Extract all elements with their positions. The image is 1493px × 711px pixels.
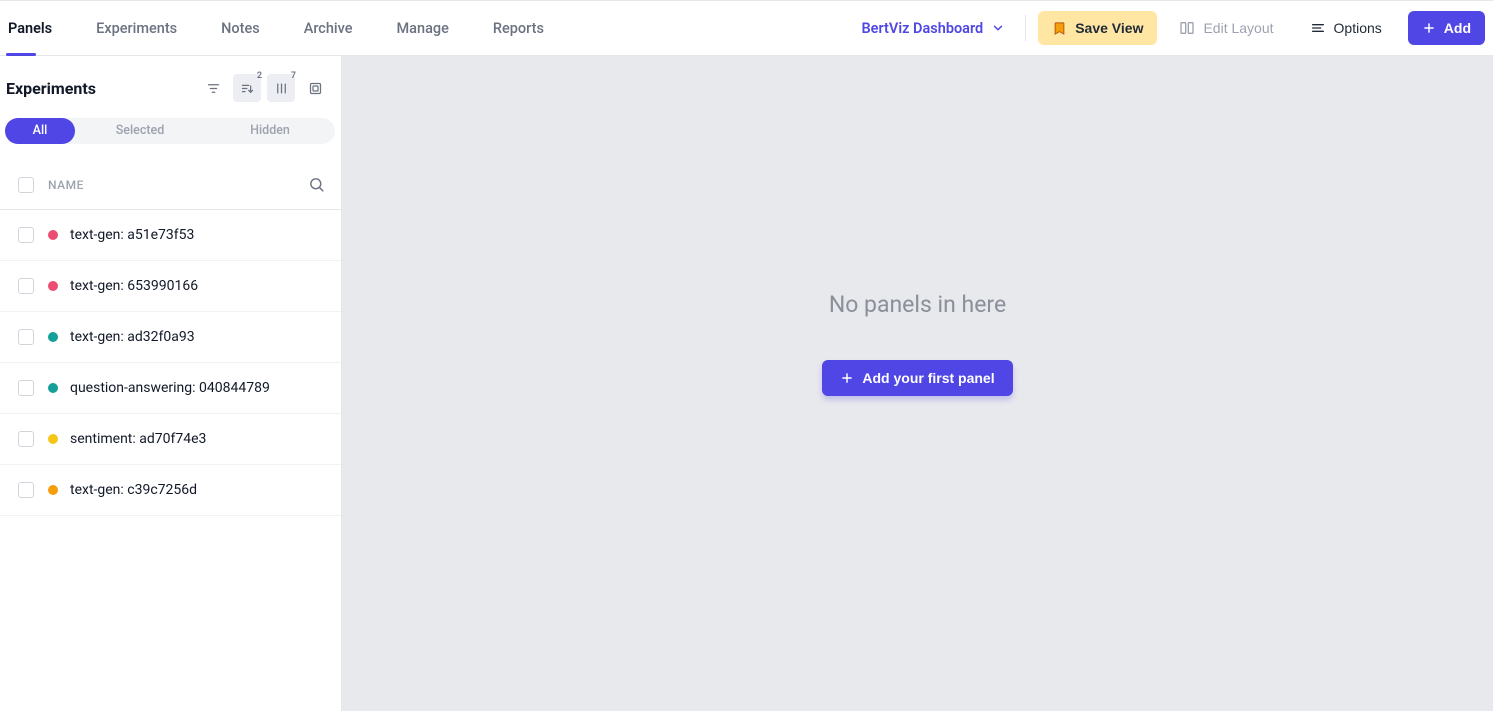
experiment-checkbox[interactable] [18,482,34,498]
experiments-header-row: NAME [0,144,341,210]
plus-icon [840,371,854,385]
experiment-checkbox[interactable] [18,329,34,345]
add-first-panel-label: Add your first panel [862,370,994,386]
experiment-color-dot [48,332,58,342]
dashboard-name: BertViz Dashboard [861,20,983,37]
experiment-color-dot [48,230,58,240]
experiment-name: text-gen: ad32f0a93 [70,329,195,345]
filter-icon [206,81,221,96]
experiment-name: question-answering: 040844789 [70,380,270,396]
filter-pills: All Selected Hidden [6,118,335,144]
experiments-list: text-gen: a51e73f53 text-gen: 653990166 te… [0,210,341,516]
search-icon [308,176,325,193]
options-button[interactable]: Options [1296,11,1396,45]
tab-reports[interactable]: Reports [491,2,546,55]
layout-icon [1179,20,1195,36]
tab-panels[interactable]: Panels [6,2,54,55]
sort-badge: 2 [257,71,262,81]
experiment-checkbox[interactable] [18,431,34,447]
tab-experiments[interactable]: Experiments [94,2,179,55]
experiment-color-dot [48,383,58,393]
experiment-color-dot [48,281,58,291]
chevron-down-icon [991,21,1005,35]
experiment-checkbox[interactable] [18,227,34,243]
group-button[interactable] [301,74,329,102]
experiment-row[interactable]: text-gen: c39c7256d [0,465,341,516]
menu-icon [1310,20,1326,36]
search-button[interactable] [308,176,325,193]
columns-badge: 7 [291,71,296,81]
experiment-color-dot [48,434,58,444]
sort-icon [240,81,255,96]
pill-hidden[interactable]: Hidden [205,118,335,144]
experiment-checkbox[interactable] [18,380,34,396]
experiment-row[interactable]: question-answering: 040844789 [0,363,341,414]
experiment-row[interactable]: sentiment: ad70f74e3 [0,414,341,465]
experiment-row[interactable]: text-gen: 653990166 [0,261,341,312]
options-label: Options [1334,20,1382,36]
pill-all[interactable]: All [5,118,75,144]
pill-selected[interactable]: Selected [75,118,205,144]
add-button[interactable]: Add [1408,11,1485,45]
experiment-name: text-gen: a51e73f53 [70,227,194,243]
experiment-row[interactable]: text-gen: ad32f0a93 [0,312,341,363]
columns-icon [274,81,289,96]
sidebar-toolbar: 2 7 [199,74,329,102]
layout: Experiments 2 7 All Selecte [0,56,1493,711]
edit-layout-label: Edit Layout [1203,20,1273,36]
select-all-checkbox[interactable] [18,177,34,193]
save-view-button[interactable]: Save View [1038,11,1157,45]
top-nav: Panels Experiments Notes Archive Manage … [0,0,1493,56]
add-first-panel-button[interactable]: Add your first panel [822,360,1012,396]
name-column-header: NAME [48,178,84,192]
edit-layout-button[interactable]: Edit Layout [1165,11,1287,45]
nav-tabs: Panels Experiments Notes Archive Manage … [4,2,546,55]
experiment-checkbox[interactable] [18,278,34,294]
group-icon [308,81,323,96]
sidebar-header: Experiments 2 7 [0,56,341,112]
experiment-name: text-gen: 653990166 [70,278,198,294]
sidebar-title: Experiments [6,79,96,98]
experiment-row[interactable]: text-gen: a51e73f53 [0,210,341,261]
experiment-color-dot [48,485,58,495]
filter-button[interactable] [199,74,227,102]
tab-archive[interactable]: Archive [302,2,355,55]
add-label: Add [1444,20,1471,36]
plus-icon [1422,21,1436,35]
tab-notes[interactable]: Notes [219,2,262,55]
bookmark-icon [1052,21,1067,36]
tab-manage[interactable]: Manage [395,2,451,55]
panels-area: No panels in here Add your first panel [342,56,1493,711]
columns-button[interactable]: 7 [267,74,295,102]
dashboard-switcher[interactable]: BertViz Dashboard [861,20,1025,37]
experiment-name: text-gen: c39c7256d [70,482,197,498]
sort-button[interactable]: 2 [233,74,261,102]
save-view-label: Save View [1075,20,1143,36]
sidebar: Experiments 2 7 All Selecte [0,56,342,711]
empty-state-title: No panels in here [829,291,1006,318]
separator [1025,15,1026,41]
experiment-name: sentiment: ad70f74e3 [70,431,206,447]
